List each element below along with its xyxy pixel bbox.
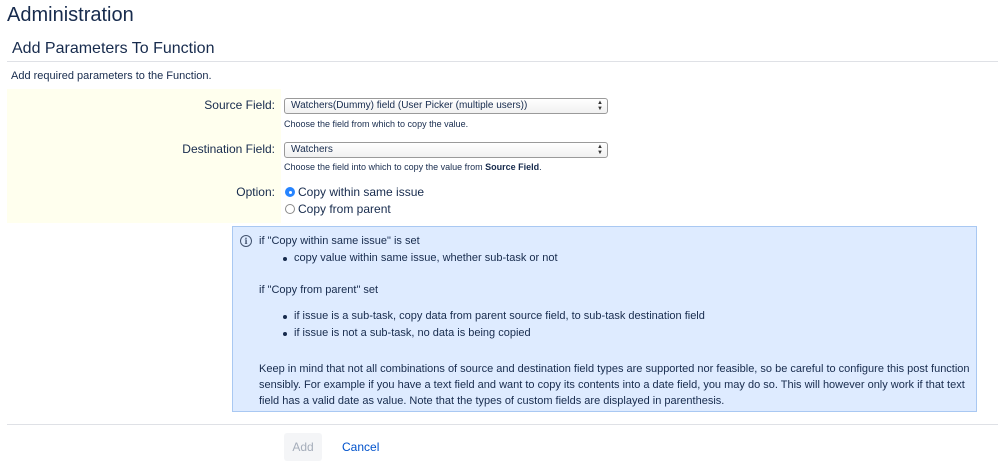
source-field-select[interactable]: Watchers(Dummy) field (User Picker (mult… <box>284 98 608 114</box>
destination-field-selected-value: Watchers <box>291 144 333 155</box>
list-item: copy value within same issue, whether su… <box>283 252 558 264</box>
info-note: Keep in mind that not all combinations o… <box>259 363 970 407</box>
select-arrows-icon: ▲ ▼ <box>597 144 603 156</box>
section-description: Add required parameters to the Function. <box>11 70 212 82</box>
section-divider <box>7 61 998 62</box>
add-button[interactable]: Add <box>284 433 322 461</box>
destination-description-text: Choose the field into which to copy the … <box>284 162 486 172</box>
buttons-divider <box>7 424 998 425</box>
info-heading-same-issue: if "Copy within same issue" is set <box>259 235 420 247</box>
info-panel: i if "Copy within same issue" is set cop… <box>232 226 977 412</box>
radio-unchecked-icon[interactable] <box>285 204 295 214</box>
list-item: if issue is not a sub-task, no data is b… <box>283 327 531 339</box>
source-field-label: Source Field: <box>204 98 275 112</box>
radio-label: Copy from parent <box>298 202 391 216</box>
option-label: Option: <box>236 185 275 199</box>
destination-field-select[interactable]: Watchers ▲ ▼ <box>284 142 608 158</box>
radio-checked-icon[interactable] <box>285 187 295 197</box>
destination-field-label: Destination Field: <box>182 142 275 156</box>
radio-copy-within-same-issue[interactable]: Copy within same issue <box>285 185 424 199</box>
info-icon: i <box>240 235 252 247</box>
radio-copy-from-parent[interactable]: Copy from parent <box>285 202 391 216</box>
select-arrows-icon: ▲ ▼ <box>597 100 603 112</box>
page-title: Administration <box>7 4 134 26</box>
destination-description-bold: Source Field <box>485 162 540 172</box>
source-field-selected-value: Watchers(Dummy) field (User Picker (mult… <box>291 100 528 111</box>
list-item: if issue is a sub-task, copy data from p… <box>283 310 705 322</box>
radio-label: Copy within same issue <box>298 185 425 199</box>
info-heading-from-parent: if "Copy from parent" set <box>259 284 379 296</box>
source-field-description: Choose the field from which to copy the … <box>284 119 469 129</box>
destination-field-description: Choose the field into which to copy the … <box>284 162 542 172</box>
section-title: Add Parameters To Function <box>12 40 215 57</box>
destination-description-end: . <box>539 162 542 172</box>
cancel-link[interactable]: Cancel <box>342 440 379 454</box>
